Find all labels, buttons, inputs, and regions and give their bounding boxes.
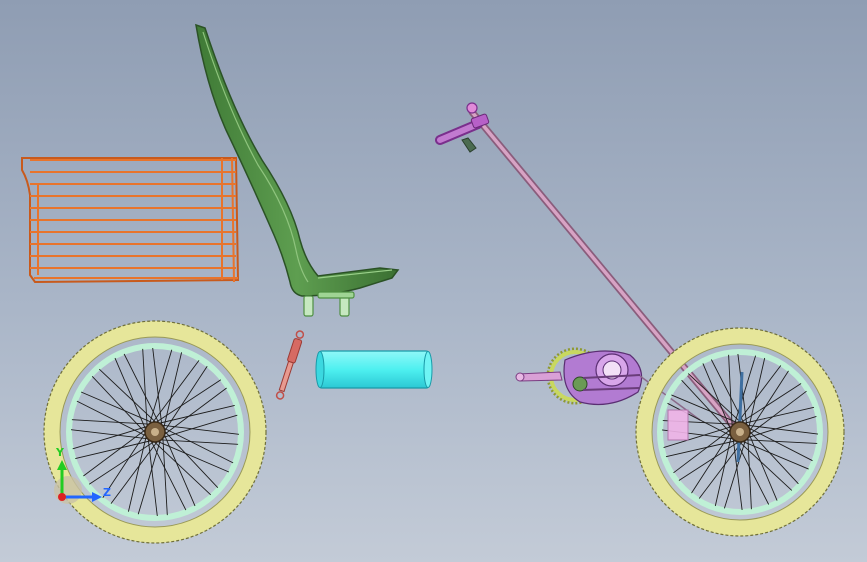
spoke <box>714 434 732 507</box>
spoke <box>127 434 147 512</box>
spoke <box>748 357 766 430</box>
front-wheel <box>43 320 267 544</box>
spoke <box>91 375 147 434</box>
spoke <box>163 433 196 507</box>
spoke <box>741 440 809 470</box>
spoke <box>75 440 153 460</box>
cad-viewport[interactable]: Y Z <box>0 0 867 562</box>
rear-wheel <box>635 327 845 537</box>
z-axis-label: Z <box>103 486 111 499</box>
triad-origin <box>58 493 66 501</box>
spoke <box>156 440 230 473</box>
seat-post <box>303 291 355 317</box>
spoke <box>742 406 815 424</box>
seat <box>195 23 400 317</box>
spoke <box>98 368 157 424</box>
spoke <box>114 357 147 431</box>
rear-bracket <box>667 409 689 441</box>
spoke <box>665 440 738 458</box>
spoke <box>153 440 212 496</box>
spoke <box>163 430 219 489</box>
shock-absorber <box>275 330 305 400</box>
spoke <box>747 436 752 510</box>
basket-wires <box>30 157 238 283</box>
spoke <box>163 352 183 430</box>
bike-assembly-drawing: Y Z <box>21 23 845 544</box>
battery <box>315 350 433 389</box>
y-axis-label: Y <box>55 446 65 459</box>
spoke <box>142 348 148 428</box>
spoke <box>80 391 154 424</box>
spoke <box>744 439 818 444</box>
basket <box>21 157 240 284</box>
spoke <box>748 433 778 501</box>
spoke <box>157 404 235 424</box>
spoke <box>159 439 239 445</box>
spoke <box>71 419 151 425</box>
spoke <box>162 436 168 516</box>
spoke <box>745 424 819 435</box>
pedal-crank <box>517 371 563 382</box>
